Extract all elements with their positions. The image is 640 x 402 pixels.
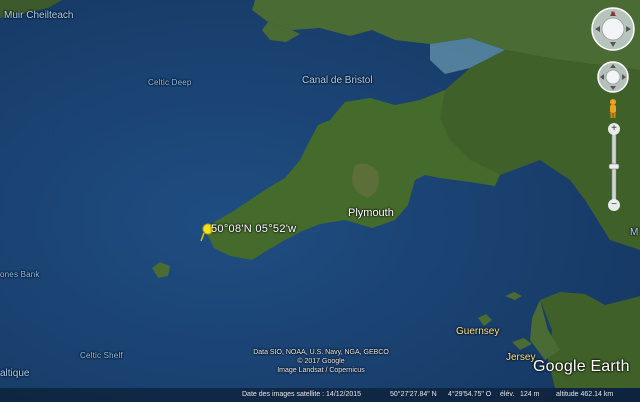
zoom-in-button[interactable]: + [608,123,620,135]
google-earth-logo: Google Earth [533,358,630,375]
label-jersey: Jersey [506,352,536,363]
map-attribution: Data SIO, NOAA, U.S. Navy, NGA, GEBCO © … [236,348,406,375]
label-right-edge: M [630,227,639,238]
longitude-readout: 4°29'54.75" O [448,391,492,398]
terrain-layer [0,0,640,402]
label-celtic-shelf: Celtic Shelf [80,351,123,360]
attribution-line-3: Image Landsat / Copernicus [277,367,365,374]
status-bar: Date des images satellite : 14/12/2015 5… [0,388,640,402]
label-guernsey: Guernsey [456,326,500,337]
latitude-readout: 50°27'27.84" N [390,391,437,398]
label-muir-cheilteach: Muir Cheilteach [4,10,74,21]
svg-text:N: N [611,12,615,18]
label-atlantique: altique [0,368,30,379]
look-joystick-icon[interactable]: N [590,6,636,52]
elevation-value: 124 m [520,391,540,398]
label-jones-bank: ones Bank [0,270,40,279]
altitude-readout: altitude 462.14 km [556,391,614,398]
placemark-coordinates[interactable]: 50°08'N 05°52'w [211,223,296,235]
label-celtic-deep: Celtic Deep [148,78,192,87]
street-view-pegman-icon[interactable] [607,98,619,118]
map-view[interactable]: Muir Cheilteach Celtic Deep Canal de Bri… [0,0,640,402]
move-joystick-icon[interactable] [596,60,630,94]
attribution-line-2: © 2017 Google [297,358,345,365]
label-plymouth: Plymouth [348,207,394,219]
zoom-out-button[interactable]: − [608,199,620,211]
elevation-label: élév. [500,391,515,398]
label-canal-de-bristol: Canal de Bristol [302,75,373,86]
attribution-line-1: Data SIO, NOAA, U.S. Navy, NGA, GEBCO [253,349,389,356]
imagery-date: Date des images satellite : 14/12/2015 [242,391,362,398]
